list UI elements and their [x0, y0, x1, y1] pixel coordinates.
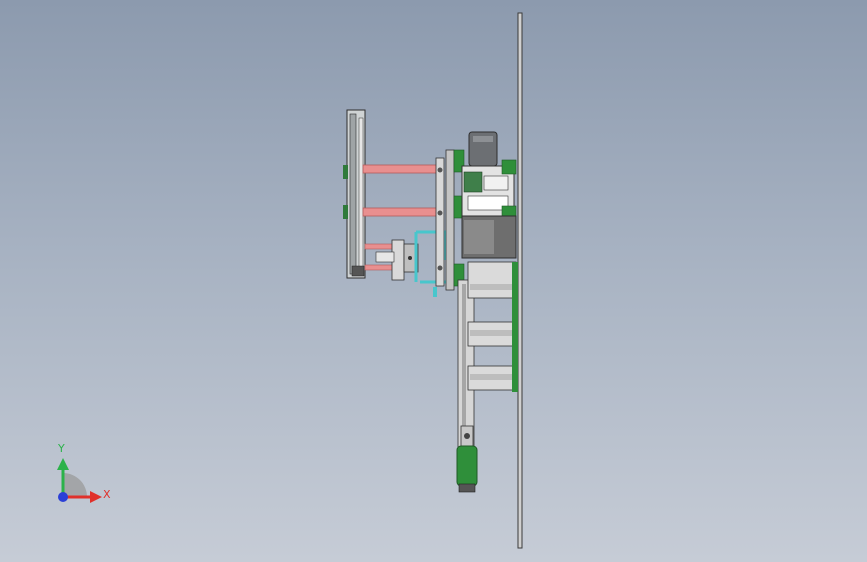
axis-y-label: Y [58, 442, 65, 455]
axis-x-label: X [103, 488, 111, 501]
cad-viewport[interactable]: Y X [0, 0, 867, 562]
motor-assembly[interactable] [461, 131, 517, 259]
clamp-plate[interactable] [435, 149, 465, 291]
vertical-rail[interactable] [457, 261, 518, 451]
left-frame[interactable] [343, 109, 366, 279]
base-plate[interactable] [517, 12, 523, 549]
cad-model-drawing[interactable] [0, 0, 867, 562]
coordinate-triad [57, 458, 102, 503]
